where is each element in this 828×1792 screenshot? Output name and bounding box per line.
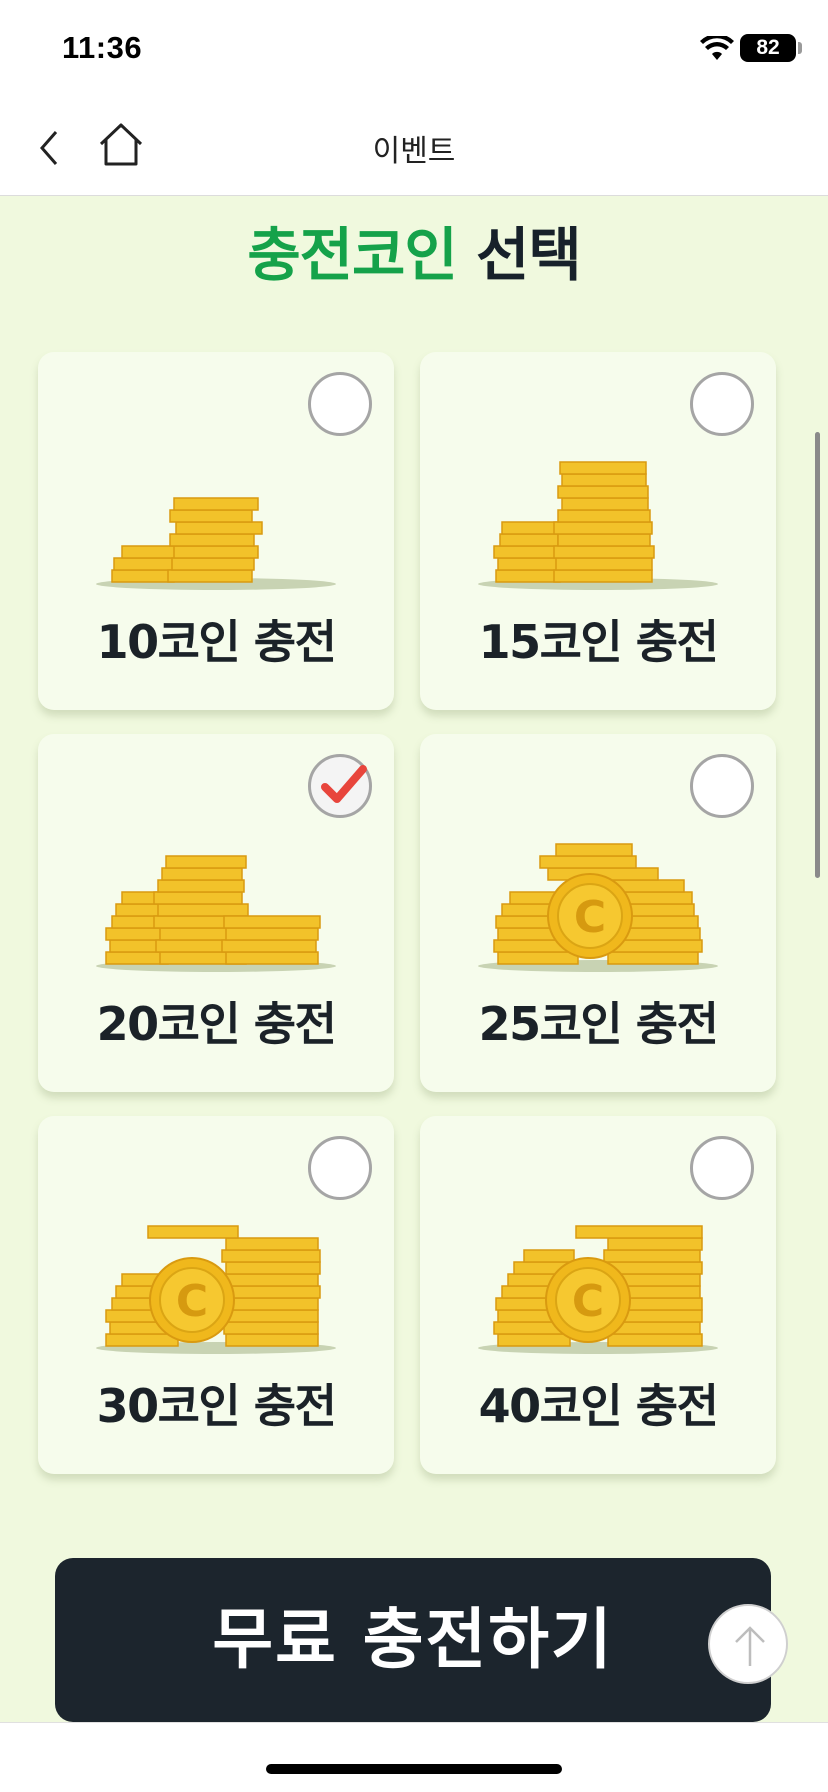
svg-text:C: C [176,1276,208,1327]
coin-option-10[interactable]: 10코인 충전 [38,352,394,710]
coin-stack-icon: C [478,1225,718,1354]
checkmark-icon [321,765,367,803]
page-heading: 충전코인 선택 [0,208,828,292]
coin-option-20[interactable]: 20코인 충전 [38,734,394,1092]
free-charge-button[interactable]: 무료 충전하기 [55,1558,771,1722]
nav-bar: 이벤트 [0,100,828,196]
status-bar: 11:36 82 [0,0,828,100]
nav-title: 이벤트 [372,134,456,169]
coin-option-40[interactable]: C 40코인 충전 [420,1116,776,1474]
bottom-safe-area [0,1722,828,1792]
radio-button[interactable] [690,754,754,818]
svg-text:C: C [574,892,606,943]
radio-button[interactable] [690,372,754,436]
status-time: 11:36 [62,30,143,65]
coin-option-15[interactable]: 15코인 충전 [420,352,776,710]
coin-option-label: 40코인 충전 [478,1379,719,1433]
arrow-up-icon [735,1626,765,1666]
coin-option-label: 20코인 충전 [96,997,337,1051]
scroll-top-button[interactable] [708,1604,788,1684]
svg-text:C: C [572,1276,604,1327]
coin-option-25[interactable]: C 25코인 충전 [420,734,776,1092]
radio-button[interactable] [690,1136,754,1200]
coin-option-label: 25코인 충전 [478,997,719,1051]
coin-option-label: 10코인 충전 [96,615,337,669]
battery-indicator: 82 [740,34,796,62]
heading-rest: 선택 [456,221,582,289]
scroll-indicator[interactable] [815,432,820,878]
radio-button[interactable] [308,1136,372,1200]
coin-stack-icon: C [478,843,718,972]
radio-button[interactable] [308,372,372,436]
heading-highlight: 충전코인 [247,221,457,289]
coin-stack-icon [96,855,336,972]
radio-button-checked[interactable] [308,754,372,818]
coin-option-label: 30코인 충전 [96,1379,337,1433]
coin-stack-icon: C [96,1225,336,1354]
coin-option-30[interactable]: C 30코인 충전 [38,1116,394,1474]
coin-option-label: 15코인 충전 [478,615,719,669]
coin-stack-icon [96,497,336,590]
wifi-icon [700,36,734,60]
battery-tip [798,42,802,54]
coin-stack-icon [478,461,718,590]
home-indicator [266,1764,562,1774]
